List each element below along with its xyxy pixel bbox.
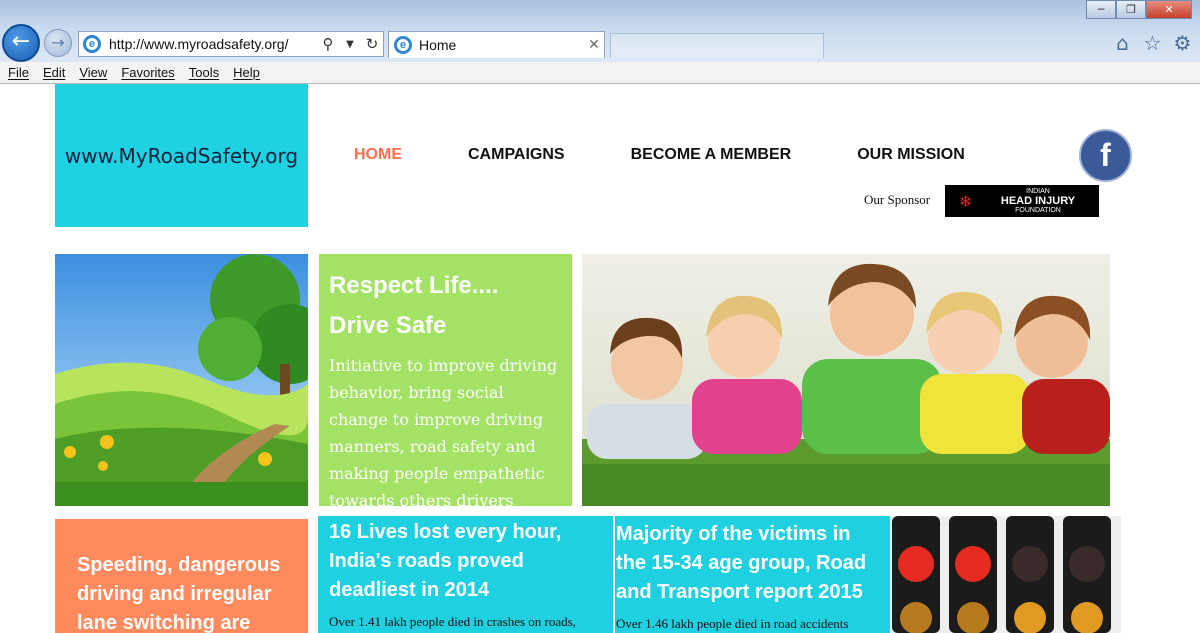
hero-title-line2: Drive Safe	[329, 312, 447, 339]
hero-panel: Respect Life.... Drive Safe Initiative t…	[319, 254, 572, 506]
stat-sub-deaths: Over 1.41 lakh people died in crashes on…	[329, 614, 576, 629]
forward-button[interactable]: →	[44, 29, 72, 57]
hero-description: Initiative to improve driving behavior, …	[329, 356, 558, 506]
menu-edit[interactable]: Edit	[43, 65, 65, 80]
kids-photo	[582, 254, 1110, 506]
refresh-icon[interactable]: ↻	[361, 35, 383, 53]
menu-favorites[interactable]: Favorites	[121, 65, 174, 80]
sponsor-logo[interactable]: ❄ INDIAN HEAD INJURY FOUNDATION	[945, 185, 1099, 217]
nav-campaigns[interactable]: CAMPAIGNS	[468, 146, 565, 164]
back-button[interactable]: ←	[2, 24, 40, 62]
tab-home[interactable]: e Home ✕	[388, 31, 605, 58]
main-navigation: HOME CAMPAIGNS BECOME A MEMBER OUR MISSI…	[354, 146, 965, 164]
menu-view[interactable]: View	[79, 65, 107, 80]
tab-title: Home	[419, 37, 457, 53]
browser-toolbar-icons: ⌂ ☆ ⚙	[1110, 31, 1195, 56]
nav-our-mission[interactable]: OUR MISSION	[857, 146, 965, 164]
facebook-icon[interactable]: f	[1079, 129, 1132, 182]
dropdown-icon[interactable]: ▼	[339, 39, 361, 50]
url-text[interactable]: http://www.myroadsafety.org/	[109, 36, 317, 52]
site-logo[interactable]: www.MyRoadSafety.org	[55, 84, 308, 227]
home-icon[interactable]: ⌂	[1110, 31, 1135, 56]
tab-inactive[interactable]	[610, 33, 824, 58]
menu-tools[interactable]: Tools	[189, 65, 219, 80]
site-logo-text: www.MyRoadSafety.org	[64, 143, 299, 168]
maximize-button[interactable]: ❐	[1116, 0, 1146, 19]
window-controls: ─ ❐ ✕	[1086, 0, 1192, 19]
minimize-button[interactable]: ─	[1086, 0, 1116, 19]
browser-title-bar: ← → e http://www.myroadsafety.org/ ⚲ ▼ ↻…	[0, 0, 1200, 62]
snowflake-icon: ❄	[959, 191, 973, 211]
landscape-illustration	[55, 254, 308, 506]
sponsor-line2: HEAD INJURY	[1000, 195, 1076, 207]
tab-close-icon[interactable]: ✕	[584, 37, 604, 53]
stat-sub-age-group: Over 1.46 lakh people died in road accid…	[616, 616, 849, 631]
address-bar[interactable]: e http://www.myroadsafety.org/ ⚲ ▼ ↻	[78, 31, 384, 57]
tab-favicon-icon: e	[394, 36, 412, 54]
stat-heading-age-group: Majority of the victims in the 15-34 age…	[616, 523, 867, 603]
sponsor-line1: INDIAN	[1026, 188, 1050, 195]
menu-file[interactable]: File	[8, 65, 29, 80]
hero-title-line1: Respect Life....	[329, 272, 499, 299]
traffic-signals-photo	[890, 516, 1121, 633]
stat-heading-deaths: 16 Lives lost every hour, India's roads …	[329, 521, 562, 601]
stat-panel-age-group: Majority of the victims in the 15-34 age…	[615, 516, 890, 633]
ie-icon: e	[83, 35, 101, 53]
menu-bar: File Edit View Favorites Tools Help	[0, 62, 1200, 84]
nav-become-a-member[interactable]: BECOME A MEMBER	[631, 146, 792, 164]
sponsor-line3: FOUNDATION	[1015, 207, 1061, 214]
sponsor-label: Our Sponsor	[864, 192, 931, 207]
nav-home[interactable]: HOME	[354, 146, 402, 164]
speeding-panel: Speeding, dangerous driving and irregula…	[55, 519, 308, 633]
speeding-text: Speeding, dangerous driving and irregula…	[77, 554, 281, 633]
favorites-star-icon[interactable]: ☆	[1140, 31, 1165, 56]
search-icon[interactable]: ⚲	[317, 35, 339, 53]
stat-panel-deaths: 16 Lives lost every hour, India's roads …	[318, 516, 613, 633]
menu-help[interactable]: Help	[233, 65, 260, 80]
gear-icon[interactable]: ⚙	[1170, 31, 1195, 56]
close-button[interactable]: ✕	[1146, 0, 1192, 19]
